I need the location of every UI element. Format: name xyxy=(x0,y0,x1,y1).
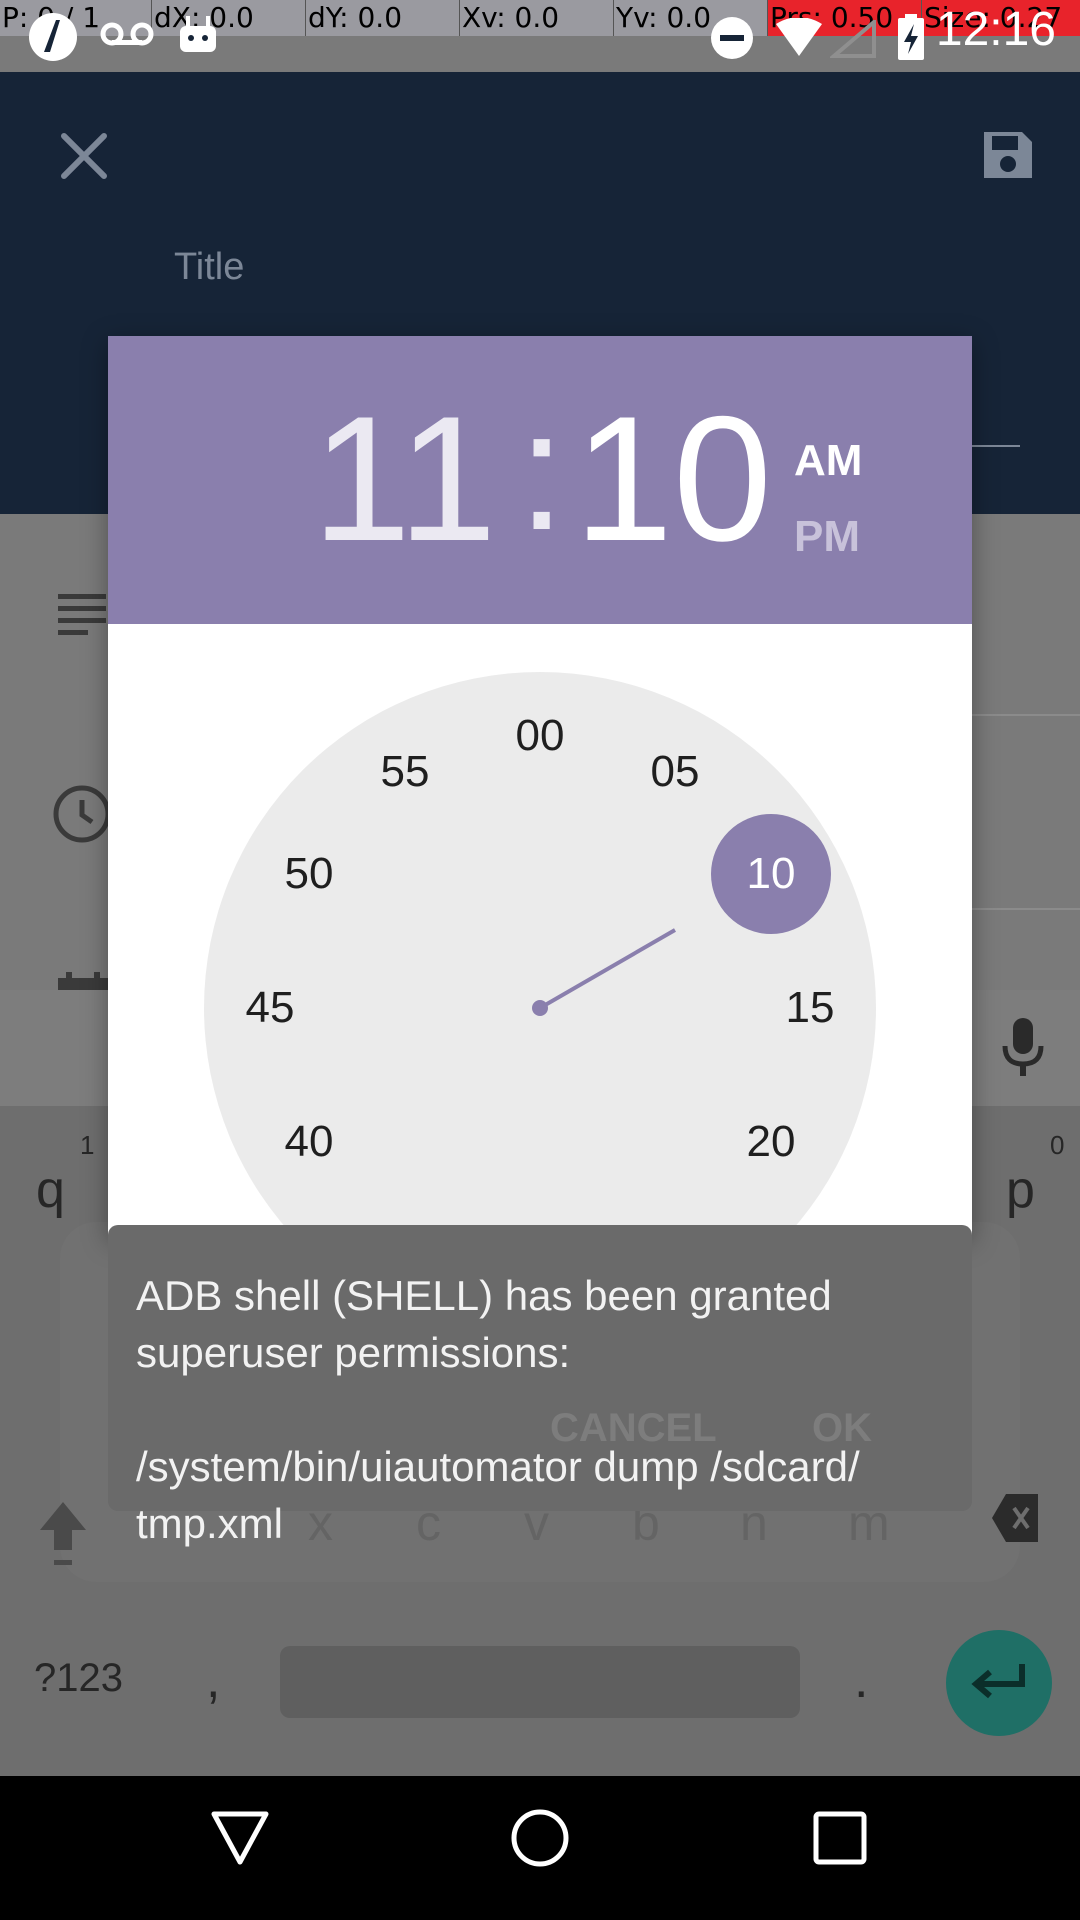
key-p-hint: 0 xyxy=(1050,1130,1065,1160)
row-divider xyxy=(972,714,1080,716)
voicemail-icon xyxy=(100,22,154,46)
row-divider xyxy=(972,908,1080,910)
key-comma[interactable]: , xyxy=(206,1650,220,1710)
status-bar: 12:16 xyxy=(0,0,1080,72)
key-p[interactable]: p xyxy=(1006,1160,1035,1220)
clock-hand xyxy=(538,928,677,1010)
dial-number-20[interactable]: 20 xyxy=(731,1117,811,1167)
dial-number-15[interactable]: 15 xyxy=(770,983,850,1033)
do-not-disturb-icon xyxy=(711,17,753,59)
hour-display[interactable]: 11 xyxy=(312,390,497,568)
notes-icon xyxy=(58,594,106,635)
am-toggle[interactable]: AM xyxy=(794,436,862,486)
toast-line: /system/bin/uiautomator dump /sdcard/ xyxy=(136,1443,860,1490)
toast-line: superuser permissions: xyxy=(136,1329,571,1376)
dial-number-05[interactable]: 05 xyxy=(635,747,715,797)
shift-icon[interactable] xyxy=(38,1500,88,1570)
dial-number-00[interactable]: 00 xyxy=(500,711,580,761)
navigation-bar xyxy=(0,1776,1080,1920)
superuser-toast: ADB shell (SHELL) has been granted super… xyxy=(108,1225,972,1547)
minute-display[interactable]: 10 xyxy=(574,390,772,568)
time-separator: : xyxy=(518,376,566,566)
save-icon[interactable] xyxy=(978,126,1036,184)
dial-center-dot xyxy=(532,1000,548,1016)
ok-button[interactable]: OK xyxy=(812,1406,872,1451)
status-clock: 12:16 xyxy=(935,3,1056,56)
dial-number-50[interactable]: 50 xyxy=(269,849,349,899)
key-q[interactable]: q xyxy=(36,1160,65,1220)
clock-icon xyxy=(53,785,111,843)
home-icon[interactable] xyxy=(510,1808,570,1868)
enter-icon xyxy=(971,1664,1025,1699)
backspace-icon[interactable] xyxy=(992,1490,1042,1546)
toast-line: tmp.xml xyxy=(136,1500,283,1547)
key-space[interactable] xyxy=(280,1646,800,1718)
key-period[interactable]: . xyxy=(854,1650,868,1710)
calendar-icon xyxy=(58,972,108,990)
key-enter[interactable] xyxy=(946,1630,1052,1736)
pm-toggle[interactable]: PM xyxy=(794,512,860,562)
key-symbols[interactable]: ?123 xyxy=(34,1656,123,1701)
signal-icon xyxy=(830,20,876,58)
wifi-icon xyxy=(776,18,822,56)
key-q-hint: 1 xyxy=(80,1130,95,1160)
title-field-placeholder[interactable]: Title xyxy=(174,246,244,289)
recents-icon[interactable] xyxy=(812,1810,868,1866)
time-picker-header: 11 : 10 AM PM xyxy=(108,336,972,624)
android-icon xyxy=(180,16,216,52)
dial-number-55[interactable]: 55 xyxy=(365,747,445,797)
battery-icon xyxy=(898,14,924,60)
app-icon xyxy=(29,13,77,61)
dial-number-40[interactable]: 40 xyxy=(269,1117,349,1167)
back-icon[interactable] xyxy=(210,1810,270,1866)
title-field-underline xyxy=(970,445,1020,447)
cancel-button[interactable]: CANCEL xyxy=(550,1406,717,1451)
time-picker-dialog: 11 : 10 AM PM 00 05 10 15 20 25 30 35 40… xyxy=(108,336,972,1344)
close-icon[interactable] xyxy=(58,130,110,182)
dial-number-45[interactable]: 45 xyxy=(230,983,310,1033)
toast-line: ADB shell (SHELL) has been granted xyxy=(136,1272,832,1319)
microphone-icon[interactable] xyxy=(1002,1018,1044,1078)
dial-number-10[interactable]: 10 xyxy=(731,849,811,899)
